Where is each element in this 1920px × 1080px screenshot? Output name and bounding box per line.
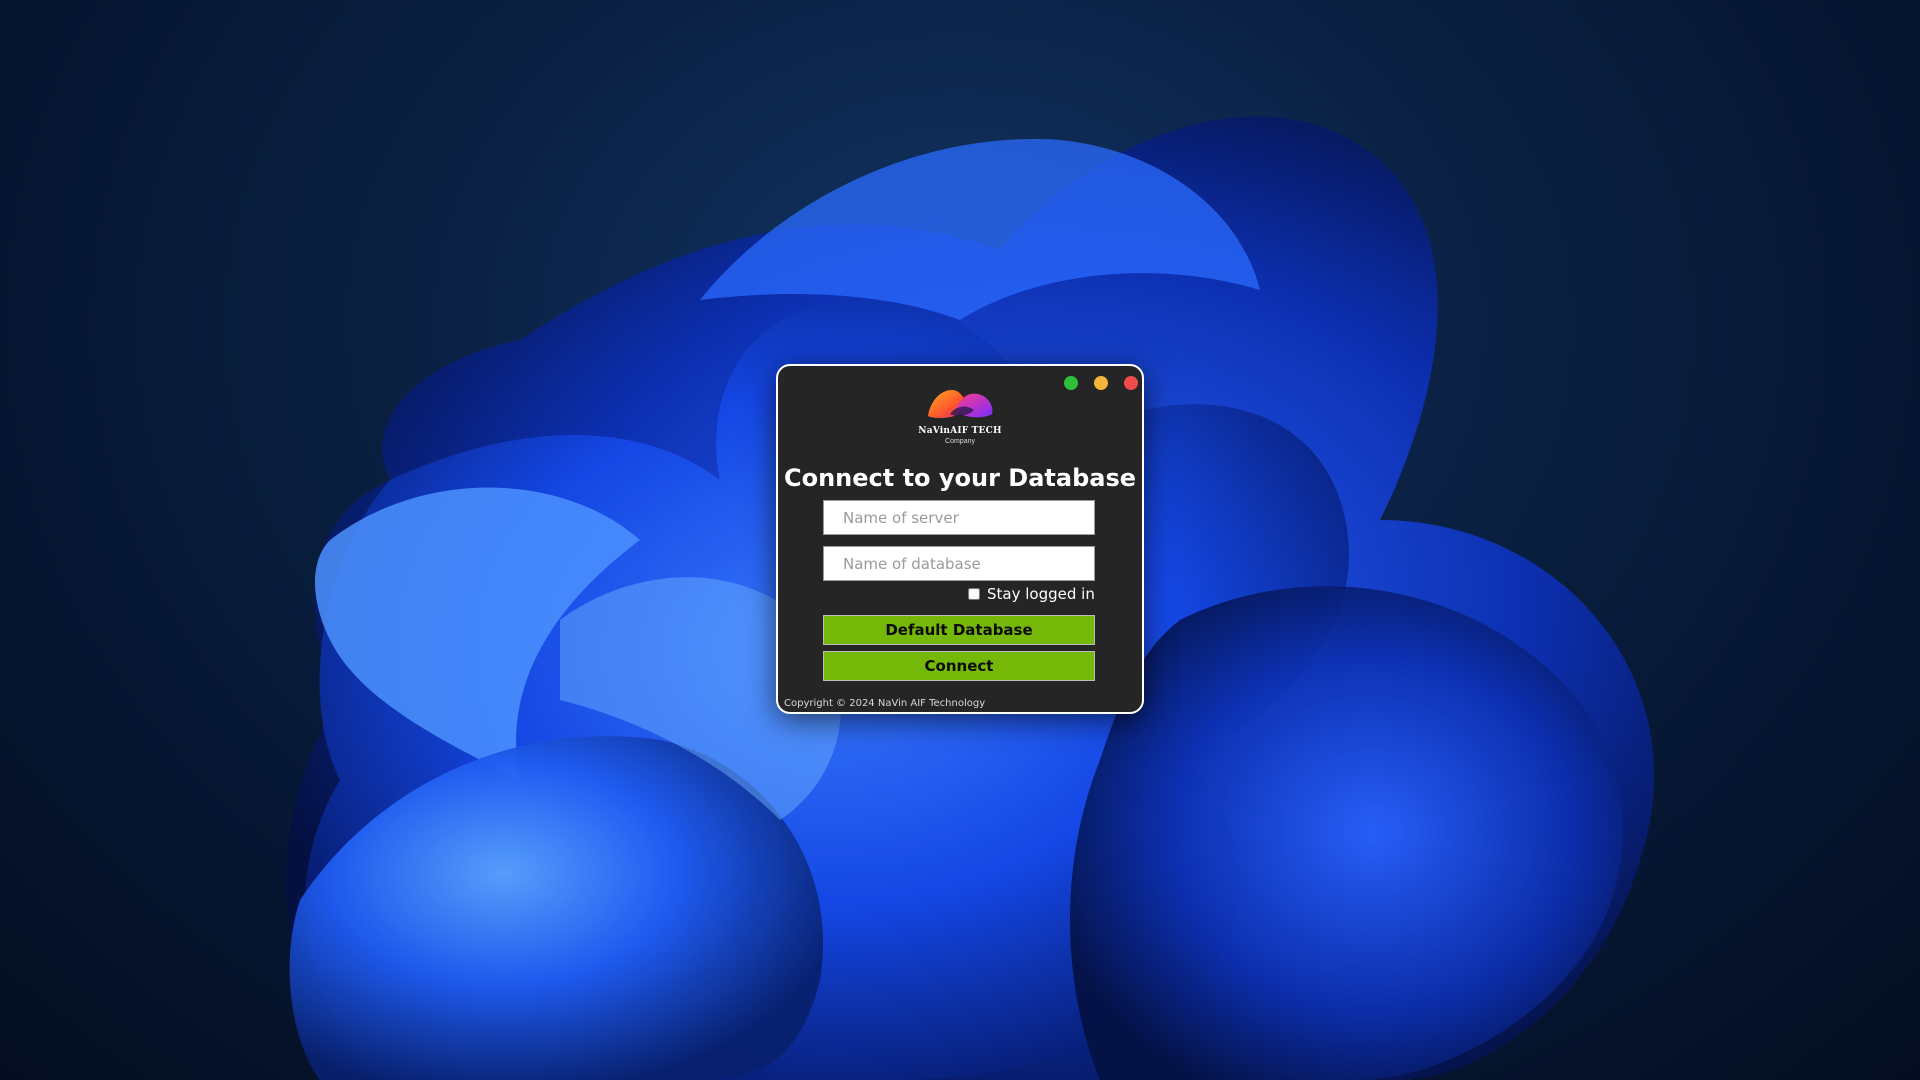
stay-logged-in-checkbox[interactable] [968,588,980,600]
server-name-input[interactable] [823,500,1095,535]
dialog-title: Connect to your Database [783,464,1137,492]
connect-button[interactable]: Connect [823,651,1095,681]
stay-logged-in-label[interactable]: Stay logged in [987,585,1095,603]
copyright-notice: Copyright © 2024 NaVin AIF Technology [784,698,986,709]
desktop-wallpaper: NaVinAIF TECH Company Connect to your Da… [0,0,1920,1080]
navinaif-logo-icon [928,390,993,418]
minimize-button[interactable] [1094,376,1108,390]
stay-logged-in-option[interactable]: Stay logged in [968,584,1095,604]
database-name-input[interactable] [823,546,1095,581]
brand-subtitle: Company [945,438,975,445]
maximize-button[interactable] [1064,376,1078,390]
default-database-button[interactable]: Default Database [823,615,1095,645]
connect-dialog-window: NaVinAIF TECH Company Connect to your Da… [776,364,1144,714]
close-button[interactable] [1124,376,1138,390]
brand-name: NaVinAIF TECH [918,426,1002,436]
